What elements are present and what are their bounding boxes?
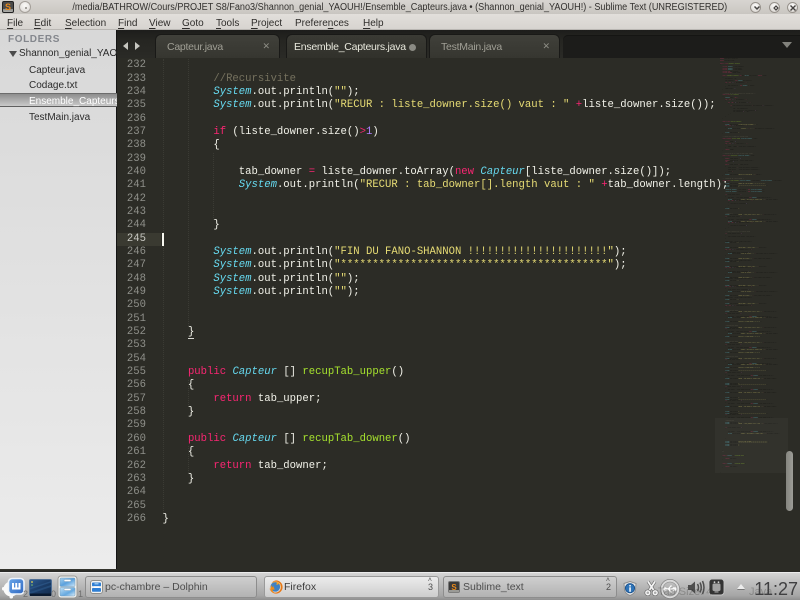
svg-text:S: S (451, 583, 457, 592)
